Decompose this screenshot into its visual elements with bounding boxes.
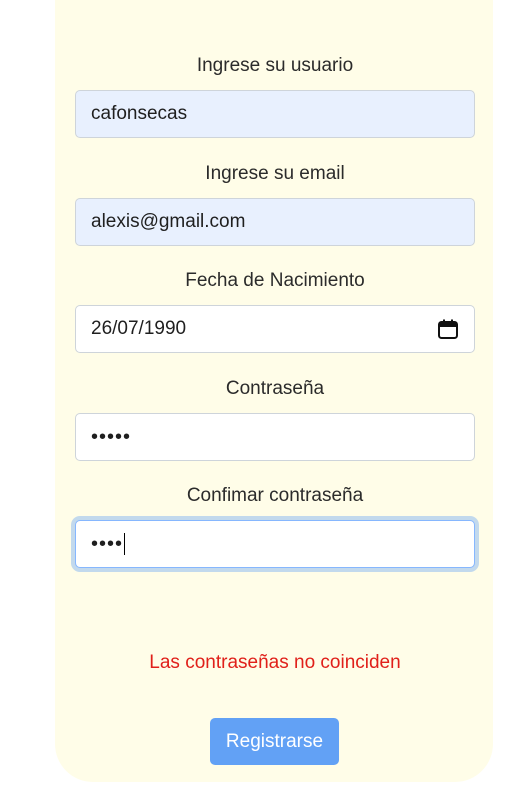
- confirm-password-input[interactable]: ••••: [75, 520, 475, 568]
- password-label: Contraseña: [225, 378, 325, 399]
- email-value: alexis@gmail.com: [91, 211, 246, 232]
- calendar-icon[interactable]: [437, 318, 459, 340]
- text-caret: [124, 533, 126, 556]
- email-input[interactable]: alexis@gmail.com: [75, 198, 475, 246]
- error-message: Las contraseñas no coinciden: [149, 652, 401, 673]
- birthdate-value: 26/07/1990: [91, 318, 187, 339]
- password-value: •••••: [91, 425, 132, 448]
- register-button[interactable]: Registrarse: [210, 718, 339, 765]
- username-label: Ingrese su usuario: [196, 55, 354, 76]
- birthdate-label: Fecha de Nacimiento: [185, 270, 365, 291]
- username-value: cafonsecas: [91, 103, 188, 124]
- confirm-password-label: Confimar contraseña: [186, 485, 364, 506]
- password-input[interactable]: •••••: [75, 413, 475, 461]
- confirm-password-value: ••••: [91, 532, 124, 555]
- birthdate-input[interactable]: 26/07/1990: [75, 305, 475, 353]
- email-label: Ingrese su email: [205, 163, 345, 184]
- username-input[interactable]: cafonsecas: [75, 90, 475, 138]
